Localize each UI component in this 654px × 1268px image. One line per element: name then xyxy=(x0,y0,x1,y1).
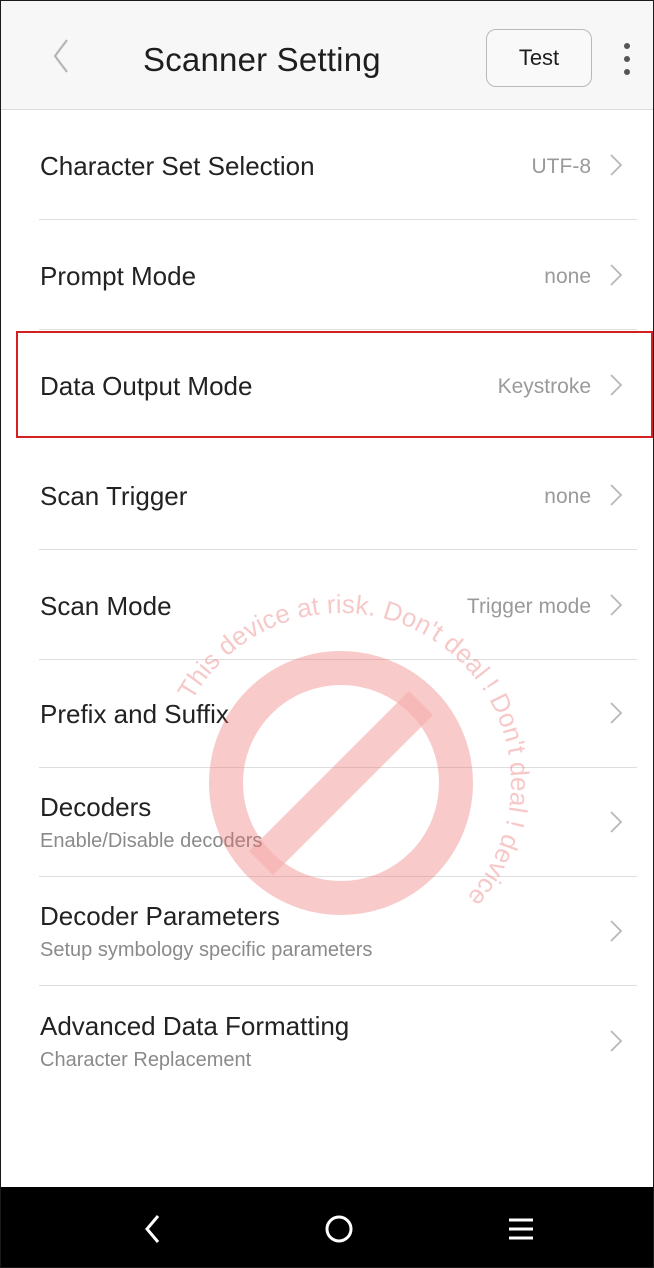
nav-home-button[interactable] xyxy=(309,1201,369,1257)
chevron-right-icon xyxy=(610,374,623,396)
divider xyxy=(39,219,637,220)
divider xyxy=(39,549,637,550)
more-dot xyxy=(624,69,630,75)
more-dot xyxy=(624,56,630,62)
setting-subtitle: Character Replacement xyxy=(40,1049,252,1071)
setting-label: Prompt Mode xyxy=(40,261,197,291)
setting-label: Decoder Parameters xyxy=(40,901,280,931)
divider xyxy=(39,985,637,986)
page-title: Scanner Setting xyxy=(143,41,381,78)
setting-data-output-mode[interactable]: Data Output Mode Keystroke xyxy=(1,331,653,440)
setting-value: none xyxy=(544,485,591,508)
setting-label: Character Set Selection xyxy=(40,151,315,181)
setting-label: Advanced Data Formatting xyxy=(40,1011,350,1041)
setting-prompt-mode[interactable]: Prompt Mode none xyxy=(1,221,653,330)
header-bar: Scanner Setting Test xyxy=(1,1,653,110)
chevron-right-icon xyxy=(610,1030,623,1052)
test-button[interactable]: Test xyxy=(486,29,592,87)
back-icon xyxy=(145,1215,160,1243)
setting-character-set[interactable]: Character Set Selection UTF-8 xyxy=(1,111,653,220)
chevron-right-icon xyxy=(610,702,623,724)
more-options-button[interactable] xyxy=(613,39,639,79)
setting-advanced-data-formatting[interactable]: Advanced Data Formatting Character Repla… xyxy=(1,987,653,1096)
setting-decoders[interactable]: Decoders Enable/Disable decoders xyxy=(1,768,653,877)
chevron-right-icon xyxy=(610,264,623,286)
setting-label: Decoders xyxy=(40,792,152,822)
setting-subtitle: Setup symbology specific parameters xyxy=(40,939,373,961)
setting-label: Scan Mode xyxy=(40,591,172,621)
setting-label: Scan Trigger xyxy=(40,481,188,511)
setting-prefix-suffix[interactable]: Prefix and Suffix xyxy=(1,659,653,768)
system-navigation-bar xyxy=(1,1187,653,1267)
divider xyxy=(39,329,637,330)
chevron-right-icon xyxy=(610,154,623,176)
back-button[interactable] xyxy=(41,31,85,81)
setting-decoder-parameters[interactable]: Decoder Parameters Setup symbology speci… xyxy=(1,877,653,986)
setting-value: none xyxy=(544,265,591,288)
setting-scan-mode[interactable]: Scan Mode Trigger mode xyxy=(1,551,653,660)
chevron-right-icon xyxy=(610,484,623,506)
setting-scan-trigger[interactable]: Scan Trigger none xyxy=(1,441,653,550)
setting-subtitle: Enable/Disable decoders xyxy=(40,830,263,852)
setting-label: Data Output Mode xyxy=(40,371,253,401)
setting-value: Keystroke xyxy=(497,375,591,398)
chevron-right-icon xyxy=(610,811,623,833)
setting-value: UTF-8 xyxy=(531,155,592,178)
app-screen: Scanner Setting Test Character Set Selec… xyxy=(0,0,654,1268)
nav-menu-button[interactable] xyxy=(491,1201,551,1257)
menu-icon xyxy=(509,1218,533,1240)
chevron-right-icon xyxy=(610,594,623,616)
chevron-left-icon xyxy=(53,39,68,73)
setting-value: Trigger mode xyxy=(466,595,591,618)
more-vertical-icon xyxy=(624,43,630,49)
home-icon xyxy=(325,1215,353,1243)
setting-label: Prefix and Suffix xyxy=(40,699,229,729)
nav-back-button[interactable] xyxy=(123,1201,183,1257)
chevron-right-icon xyxy=(610,920,623,942)
